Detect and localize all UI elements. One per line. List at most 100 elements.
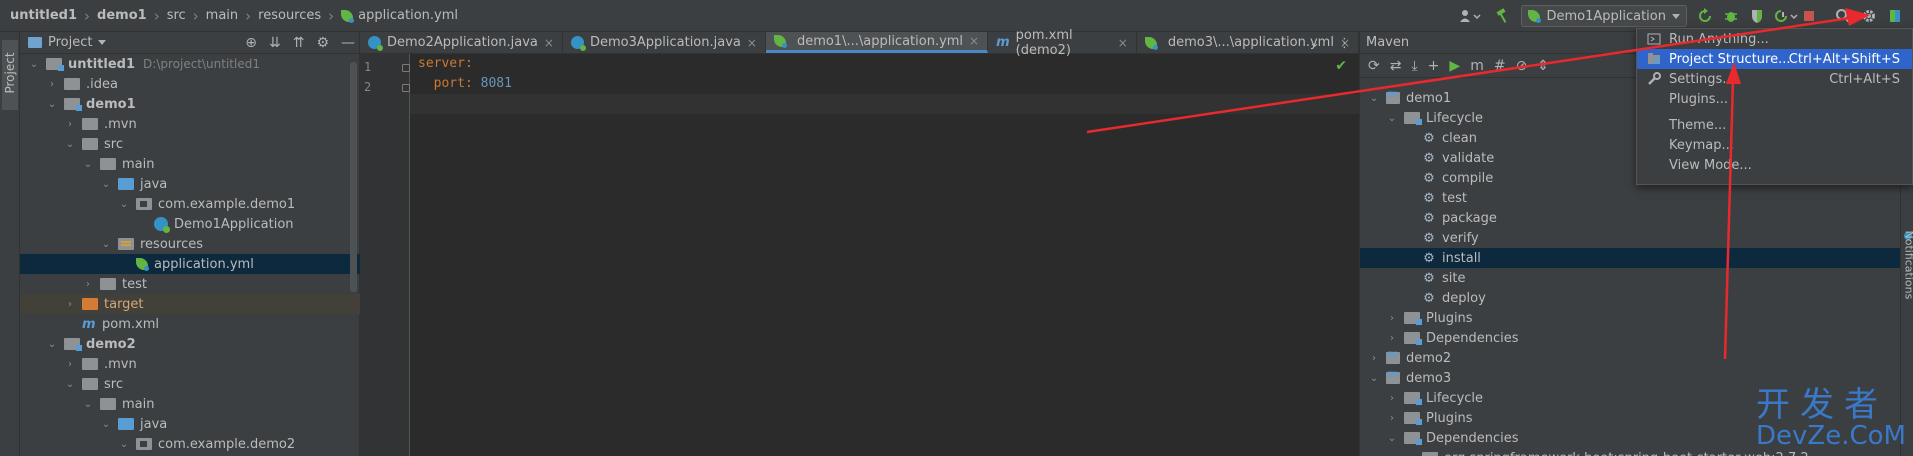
- chevron-down-icon[interactable]: ⌄: [28, 58, 40, 70]
- menu-item[interactable]: Settings... Ctrl+Alt+S: [1637, 69, 1912, 89]
- project-tree-item[interactable]: ⌄ src: [20, 134, 360, 154]
- chevron-right-icon[interactable]: ›: [64, 358, 76, 370]
- chevron-right-icon[interactable]: ›: [1368, 352, 1380, 364]
- expand-all-icon[interactable]: ⇊: [269, 35, 281, 51]
- menu-item[interactable]: Theme...: [1637, 115, 1912, 135]
- generate-sources-icon[interactable]: ⇄: [1390, 58, 1402, 74]
- locate-file-icon[interactable]: ⊕: [245, 35, 257, 51]
- chevron-right-icon[interactable]: ›: [82, 278, 94, 290]
- chevron-right-icon[interactable]: ›: [1386, 332, 1398, 344]
- chevron-down-icon[interactable]: ⌄: [100, 238, 112, 250]
- close-icon[interactable]: ×: [747, 36, 757, 50]
- chevron-right-icon[interactable]: ›: [1404, 452, 1416, 456]
- chevron-down-icon[interactable]: ⌄: [46, 98, 58, 110]
- project-scrollbar[interactable]: [350, 62, 357, 292]
- tab-list-chevron-icon[interactable]: ⌄: [1309, 36, 1320, 51]
- search-icon[interactable]: [1835, 8, 1851, 24]
- project-tree-item[interactable]: › .mvn: [20, 354, 360, 374]
- chevron-down-icon[interactable]: ⌄: [100, 418, 112, 430]
- chevron-right-icon[interactable]: ›: [1386, 392, 1398, 404]
- maven-tree-item[interactable]: ⚙ install: [1360, 248, 1901, 268]
- editor-tab[interactable]: Demo2Application.java ×: [360, 32, 563, 53]
- project-tool-window-button[interactable]: Project: [2, 40, 18, 110]
- chevron-down-icon[interactable]: ⌄: [82, 398, 94, 410]
- project-tree-item[interactable]: › .idea: [20, 74, 360, 94]
- chevron-right-icon[interactable]: ›: [1386, 412, 1398, 424]
- maven-tree-item[interactable]: ⚙ site: [1360, 268, 1901, 288]
- run-icon[interactable]: ▶: [1449, 58, 1460, 74]
- project-tree-item[interactable]: › test: [20, 274, 360, 294]
- toolbox-icon[interactable]: [1887, 8, 1903, 24]
- toggle-offline-icon[interactable]: #: [1494, 58, 1506, 74]
- fold-marker-icon[interactable]: [402, 64, 410, 72]
- chevron-down-icon[interactable]: ⌄: [1368, 92, 1380, 104]
- menu-item[interactable]: Plugins...: [1637, 89, 1912, 109]
- project-view-select[interactable]: Project: [28, 35, 107, 50]
- hide-icon[interactable]: —: [341, 35, 355, 51]
- project-tree-item[interactable]: ⌄ com.example.demo2: [20, 434, 360, 454]
- project-tree-item[interactable]: ⌄ com.example.demo1: [20, 194, 360, 214]
- menu-item[interactable]: Run Anything...: [1637, 29, 1912, 49]
- close-icon[interactable]: ×: [544, 36, 554, 50]
- project-tree-item[interactable]: ⌄ java: [20, 414, 360, 434]
- chevron-right-icon[interactable]: ›: [46, 78, 58, 90]
- breadcrumb-item[interactable]: untitled1: [10, 8, 77, 23]
- maven-tree-item[interactable]: ⚙ package: [1360, 208, 1901, 228]
- project-tree-item[interactable]: ⌄ java: [20, 174, 360, 194]
- project-tree-item[interactable]: ⌄ demo1: [20, 94, 360, 114]
- collapse-all-icon[interactable]: ⇈: [293, 35, 305, 51]
- project-tree-item[interactable]: ⌄ main: [20, 154, 360, 174]
- chevron-right-icon[interactable]: ›: [1386, 312, 1398, 324]
- maven-tree-item[interactable]: ⚙ deploy: [1360, 288, 1901, 308]
- menu-item[interactable]: View Mode...: [1637, 155, 1912, 175]
- project-tree-item[interactable]: › .mvn: [20, 114, 360, 134]
- breadcrumb-item[interactable]: application.yml: [358, 8, 458, 23]
- project-tree-item[interactable]: ⌄ demo2: [20, 334, 360, 354]
- download-icon[interactable]: ⤓: [1411, 58, 1417, 74]
- project-tree-item[interactable]: ⌄ main: [20, 394, 360, 414]
- project-tree-item[interactable]: m pom.xml: [20, 314, 360, 334]
- editor-tab[interactable]: Demo3Application.java ×: [563, 32, 766, 53]
- chevron-down-icon[interactable]: ⌄: [1386, 112, 1398, 124]
- maven-tree-item[interactable]: › Plugins: [1360, 308, 1901, 328]
- hammer-icon[interactable]: [1495, 8, 1511, 24]
- collapse-icon[interactable]: ⇕: [1537, 58, 1549, 74]
- user-icon[interactable]: [1459, 8, 1481, 24]
- editor-tab[interactable]: demo1\...\application.yml ×: [765, 32, 989, 53]
- chevron-right-icon[interactable]: ›: [64, 118, 76, 130]
- maven-tree-item[interactable]: ⚙ test: [1360, 188, 1901, 208]
- close-icon[interactable]: ×: [1118, 36, 1128, 50]
- more-actions-icon[interactable]: ⋮: [1338, 36, 1351, 51]
- breadcrumb-item[interactable]: resources: [258, 8, 321, 23]
- project-tree-item[interactable]: ⌄ src: [20, 374, 360, 394]
- menu-item[interactable]: Project Structure... Ctrl+Alt+Shift+S: [1637, 49, 1912, 69]
- skip-tests-icon[interactable]: ⊘: [1516, 58, 1528, 74]
- maven-goal-icon[interactable]: m: [1470, 58, 1484, 74]
- reload-icon[interactable]: ⟳: [1368, 58, 1380, 74]
- chevron-down-icon[interactable]: ⌄: [1386, 432, 1398, 444]
- no-problems-check-icon[interactable]: ✔: [1335, 58, 1347, 74]
- chevron-down-icon[interactable]: ⌄: [100, 178, 112, 190]
- profiler-icon[interactable]: [1775, 8, 1798, 24]
- project-tree-item[interactable]: ⌄ resources: [20, 234, 360, 254]
- chevron-down-icon[interactable]: ⌄: [64, 138, 76, 150]
- project-tree-item[interactable]: Demo1Application: [20, 214, 360, 234]
- breadcrumb-item[interactable]: src: [167, 8, 186, 23]
- stop-icon[interactable]: [1801, 8, 1817, 24]
- chevron-right-icon[interactable]: ›: [64, 298, 76, 310]
- chevron-down-icon[interactable]: ⌄: [1368, 372, 1380, 384]
- chevron-down-icon[interactable]: ⌄: [118, 438, 130, 450]
- coverage-icon[interactable]: [1749, 8, 1765, 24]
- breadcrumb-item[interactable]: main: [206, 8, 238, 23]
- gear-icon[interactable]: [1861, 8, 1877, 24]
- breadcrumb-item[interactable]: demo1: [97, 8, 147, 23]
- run-configuration-select[interactable]: Demo1Application: [1521, 5, 1687, 27]
- close-icon[interactable]: ×: [969, 34, 979, 48]
- project-tree-item[interactable]: ⌄ untitled1 D:\project\untitled1: [20, 54, 360, 74]
- rerun-icon[interactable]: [1697, 8, 1713, 24]
- maven-tree-item[interactable]: › Dependencies: [1360, 328, 1901, 348]
- maven-tree-item[interactable]: › demo2: [1360, 348, 1901, 368]
- chevron-down-icon[interactable]: ⌄: [118, 198, 130, 210]
- gear-icon[interactable]: ⚙: [316, 35, 329, 51]
- add-icon[interactable]: +: [1428, 58, 1440, 74]
